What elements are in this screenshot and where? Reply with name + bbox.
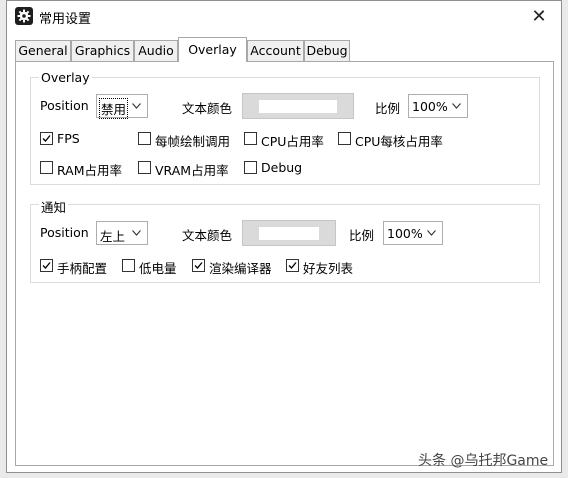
chevron-down-icon bbox=[132, 103, 141, 109]
title-bar[interactable]: 常用设置 ✕ bbox=[7, 1, 561, 32]
notify-scale-select[interactable]: 100% bbox=[383, 221, 443, 245]
overlay-tab-panel: Overlay Position 禁用 文本颜色 比例 100% FPS 每帧绘… bbox=[15, 61, 554, 466]
notify-text-color-picker[interactable] bbox=[242, 220, 336, 246]
close-button[interactable]: ✕ bbox=[517, 1, 561, 32]
fps-checkbox-label: FPS bbox=[57, 131, 80, 146]
notify-scale-value: 100% bbox=[387, 226, 423, 241]
controller-config-checkbox-label: 手柄配置 bbox=[57, 261, 108, 276]
overlay-text-color-label: 文本颜色 bbox=[182, 101, 233, 116]
chevron-down-icon bbox=[452, 103, 461, 109]
notify-position-value: 左上 bbox=[100, 229, 126, 244]
tab-audio[interactable]: Audio bbox=[134, 40, 178, 61]
overlay-color-swatch bbox=[259, 100, 337, 113]
notify-text-color-label: 文本颜色 bbox=[182, 228, 233, 243]
cpu-usage-checkbox-label: CPU占用率 bbox=[261, 134, 324, 149]
overlay-scale-value: 100% bbox=[412, 99, 448, 114]
close-icon: ✕ bbox=[531, 6, 547, 27]
notify-color-swatch bbox=[259, 227, 319, 240]
window-title: 常用设置 bbox=[39, 12, 92, 27]
debug-checkbox-label: Debug bbox=[261, 160, 303, 175]
notify-group: 通知 Position 左上 文本颜色 比例 100% 手柄配置 低电量 渲染编… bbox=[30, 197, 540, 283]
ram-usage-checkbox-label: RAM占用率 bbox=[57, 163, 123, 178]
checkmark-icon bbox=[42, 135, 51, 142]
overlay-scale-label: 比例 bbox=[375, 101, 401, 116]
notify-group-legend: 通知 bbox=[39, 197, 69, 216]
cpu-per-core-checkbox-label: CPU每核占用率 bbox=[355, 134, 443, 149]
overlay-position-select[interactable]: 禁用 bbox=[96, 94, 148, 119]
checkmark-icon bbox=[194, 262, 203, 269]
checkmark-icon bbox=[42, 262, 51, 269]
gear-icon bbox=[15, 7, 33, 25]
chevron-down-icon bbox=[427, 230, 436, 236]
low-battery-checkbox-label: 低电量 bbox=[139, 261, 177, 276]
overlay-group: Overlay Position 禁用 文本颜色 比例 100% FPS 每帧绘… bbox=[30, 70, 540, 185]
tab-account[interactable]: Account bbox=[247, 40, 304, 61]
tab-debug[interactable]: Debug bbox=[304, 40, 350, 61]
chevron-down-icon bbox=[132, 230, 141, 236]
watermark-text: 头条 @乌托邦Game bbox=[418, 453, 549, 469]
overlay-scale-select[interactable]: 100% bbox=[408, 94, 468, 118]
checkmark-icon bbox=[288, 262, 297, 269]
tab-graphics[interactable]: Graphics bbox=[71, 40, 134, 61]
notify-scale-label: 比例 bbox=[349, 228, 375, 243]
friends-list-checkbox-label: 好友列表 bbox=[303, 261, 354, 276]
draw-calls-checkbox-label: 每帧绘制调用 bbox=[155, 134, 231, 149]
shader-compiler-checkbox-label: 渲染编译器 bbox=[209, 261, 272, 276]
overlay-position-value: 禁用 bbox=[98, 98, 129, 119]
overlay-text-color-picker[interactable] bbox=[242, 93, 354, 119]
tab-overlay[interactable]: Overlay bbox=[178, 37, 247, 62]
settings-window: 常用设置 ✕ General Graphics Audio Overlay Ac… bbox=[6, 0, 562, 473]
notify-position-select[interactable]: 左上 bbox=[96, 221, 148, 245]
vram-usage-checkbox-label: VRAM占用率 bbox=[155, 163, 229, 178]
notify-position-label: Position bbox=[40, 225, 89, 240]
tab-general[interactable]: General bbox=[15, 40, 71, 61]
overlay-position-label: Position bbox=[40, 98, 89, 113]
overlay-group-legend: Overlay bbox=[39, 70, 92, 85]
